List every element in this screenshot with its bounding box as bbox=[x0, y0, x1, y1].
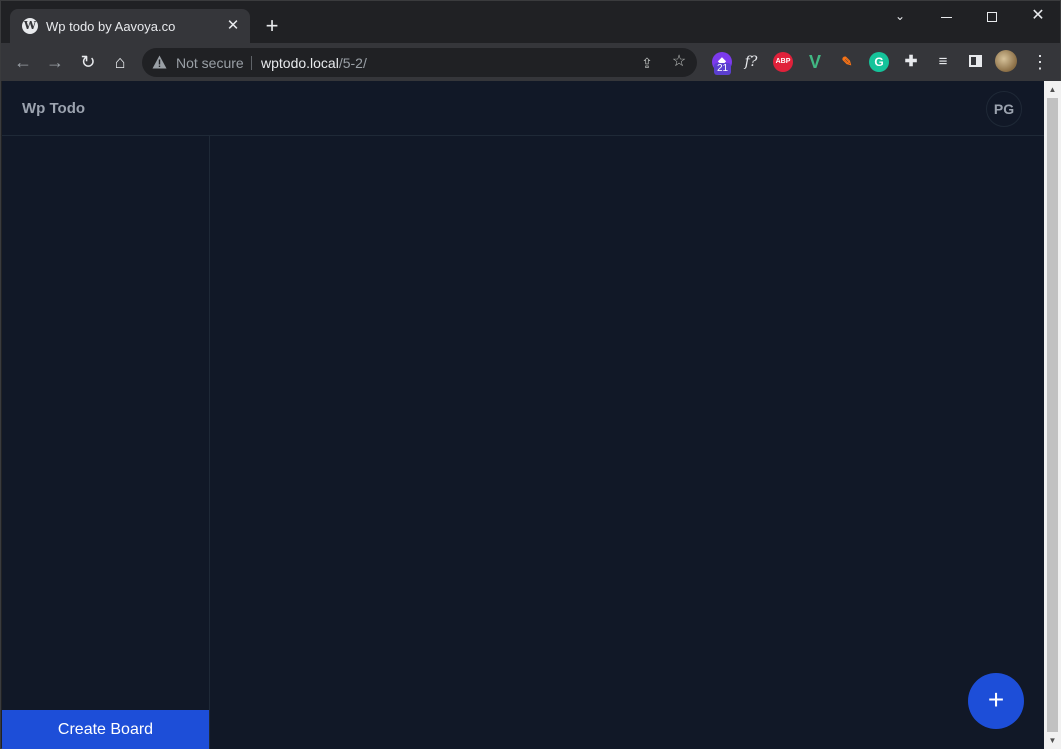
extension-badge-count: 21 bbox=[714, 63, 732, 75]
color-picker-icon[interactable]: ✎ bbox=[837, 52, 857, 72]
warning-icon[interactable] bbox=[152, 55, 167, 69]
create-board-button[interactable]: Create Board bbox=[2, 710, 209, 749]
side-panel-icon[interactable] bbox=[965, 52, 985, 72]
font-inspector-icon[interactable]: f? bbox=[741, 52, 761, 72]
tab-strip: W Wp todo by Aavoya.co ✕ + ⌄ ✕ bbox=[1, 1, 1060, 43]
scrollbar-thumb[interactable] bbox=[1047, 98, 1058, 732]
adblock-icon[interactable]: ABP bbox=[773, 52, 793, 72]
home-icon[interactable]: ⌂ bbox=[107, 49, 133, 75]
url-text[interactable]: wptodo.local/5-2/ bbox=[261, 55, 367, 71]
app-header: Wp Todo PG bbox=[2, 81, 1044, 136]
url-host: wptodo.local bbox=[261, 55, 339, 71]
bookmark-star-icon[interactable]: ☆ bbox=[670, 53, 688, 71]
security-label[interactable]: Not secure bbox=[176, 55, 244, 71]
forward-arrow-icon[interactable]: → bbox=[42, 49, 68, 75]
grammarly-icon[interactable]: G bbox=[869, 52, 889, 72]
vue-devtools-icon[interactable]: V bbox=[805, 52, 825, 72]
board-main-area bbox=[210, 136, 1044, 749]
maximize-button[interactable] bbox=[969, 1, 1015, 31]
tab-search-icon[interactable]: ⌄ bbox=[877, 1, 923, 31]
boards-sidebar: Create Board bbox=[2, 136, 210, 749]
new-tab-button[interactable]: + bbox=[260, 14, 284, 38]
app-title[interactable]: Wp Todo bbox=[22, 100, 85, 117]
tab-wp-todo[interactable]: W Wp todo by Aavoya.co ✕ bbox=[10, 9, 250, 43]
browser-window: W Wp todo by Aavoya.co ✕ + ⌄ ✕ ← → ↻ ⌂ N… bbox=[0, 0, 1061, 749]
back-arrow-icon[interactable]: ← bbox=[10, 49, 36, 75]
app-page: Wp Todo PG Create Board + bbox=[2, 81, 1044, 749]
page-scrollbar[interactable]: ▲ ▼ bbox=[1044, 81, 1061, 749]
media-queue-icon[interactable]: ≡ bbox=[933, 52, 953, 72]
wordpress-icon: W bbox=[22, 18, 38, 34]
minimize-button[interactable] bbox=[923, 1, 969, 31]
share-icon[interactable]: ⇪ bbox=[638, 54, 656, 72]
tab-title: Wp todo by Aavoya.co bbox=[46, 19, 176, 34]
close-window-button[interactable]: ✕ bbox=[1015, 1, 1061, 31]
browser-menu-icon[interactable]: ⋮ bbox=[1031, 51, 1049, 73]
url-path: /5-2/ bbox=[338, 55, 367, 71]
browser-toolbar: ← → ↻ ⌂ Not secure wptodo.local/5-2/ ⇪ ☆… bbox=[1, 43, 1060, 81]
add-task-button[interactable]: + bbox=[968, 673, 1024, 729]
user-avatar[interactable]: PG bbox=[986, 91, 1022, 127]
address-bar[interactable]: Not secure wptodo.local/5-2/ ⇪ ☆ bbox=[142, 48, 697, 77]
scroll-up-icon[interactable]: ▲ bbox=[1044, 81, 1061, 98]
profile-avatar-icon[interactable] bbox=[995, 50, 1017, 72]
close-tab-icon[interactable]: ✕ bbox=[224, 17, 242, 35]
reload-icon[interactable]: ↻ bbox=[75, 49, 101, 75]
extensions-puzzle-icon[interactable]: ✚ bbox=[901, 52, 921, 72]
address-divider bbox=[251, 56, 252, 70]
scroll-down-icon[interactable]: ▼ bbox=[1044, 732, 1061, 749]
